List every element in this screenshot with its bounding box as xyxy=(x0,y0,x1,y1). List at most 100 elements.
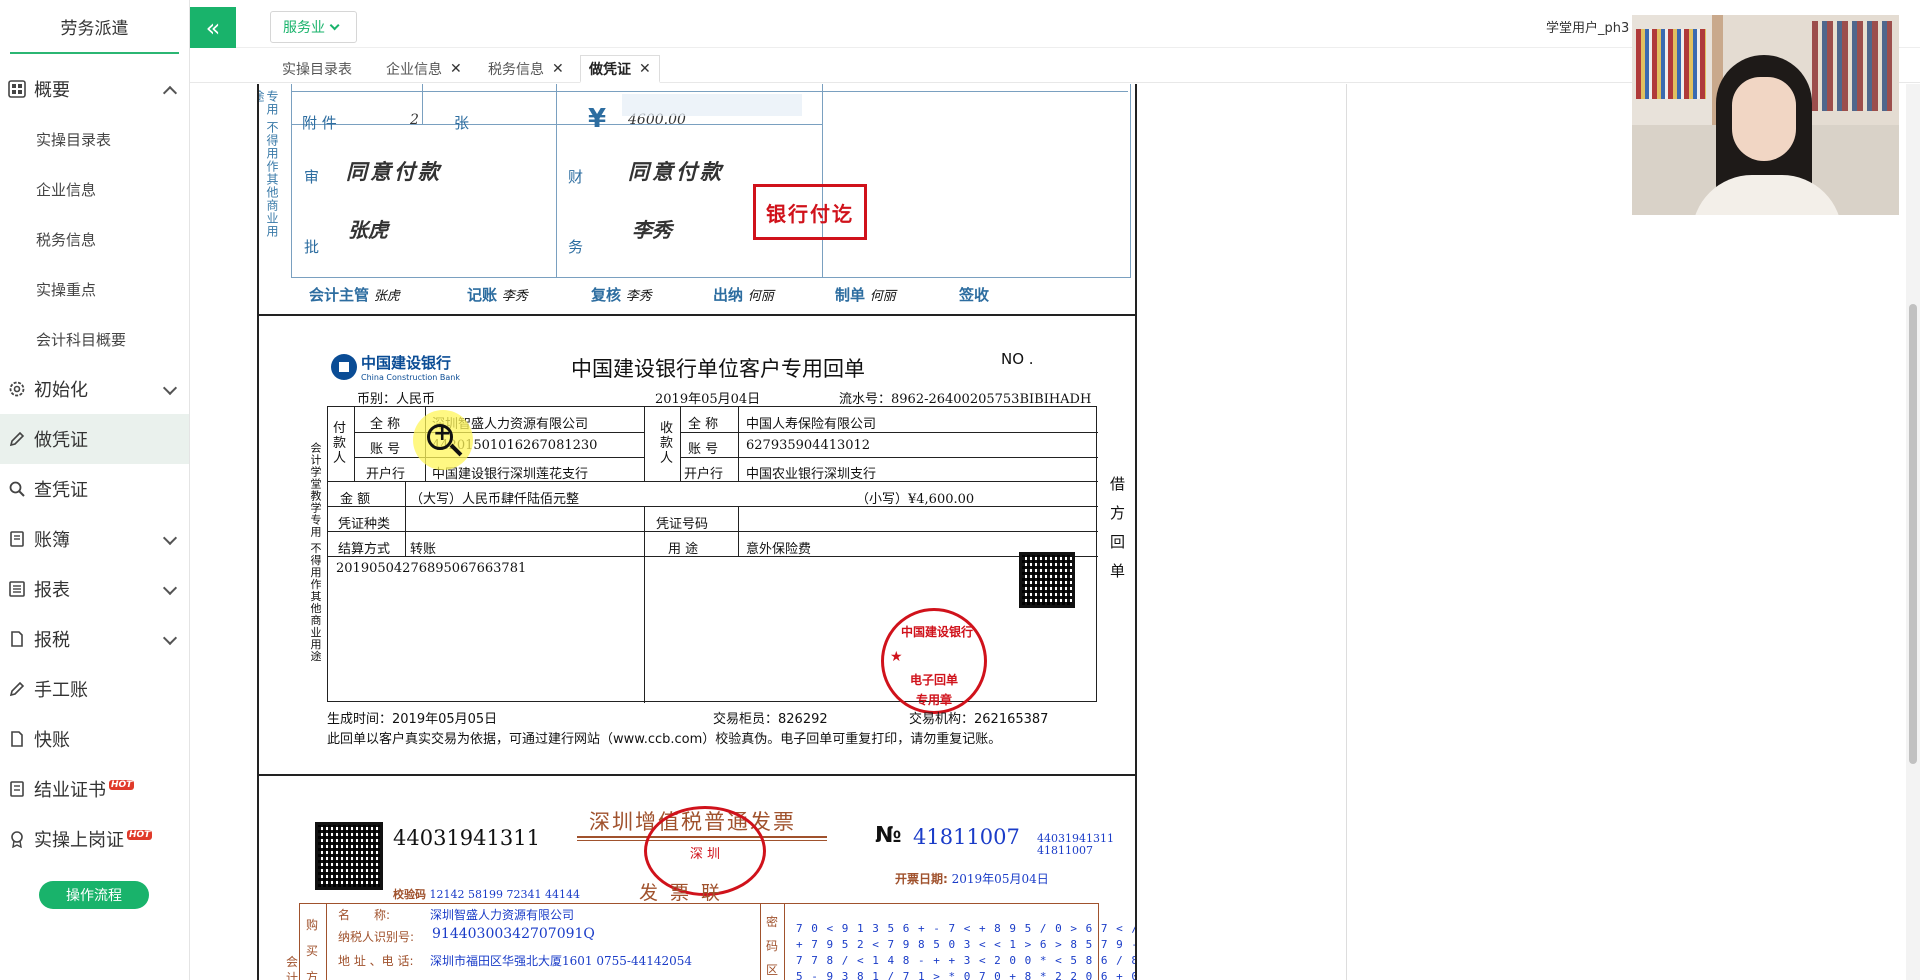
sidebar-item-tax[interactable]: 报税 xyxy=(0,614,189,664)
usage-label: 用 途 xyxy=(668,542,699,557)
payee-label: 收款人 xyxy=(660,421,674,466)
sidebar-item-label: 初始化 xyxy=(34,380,88,401)
buyer-tax-id: 91440300342707091Q xyxy=(432,926,595,942)
collapse-sidebar-button[interactable]: « xyxy=(190,7,236,48)
sidebar: 劳务派遣 概要 实操目录表 企业信息 税务信息 实操重点 会计科目概要 初始化 … xyxy=(0,0,190,980)
chevron-down-icon xyxy=(329,19,340,30)
payment-voucher: 专用 不得用作其他商业用途 附 件 2 张 ¥ 4600.00 审 批 同意付款… xyxy=(259,84,1135,312)
buyer-tax-label: 纳税人识别号: xyxy=(338,930,415,944)
payee-bank-label: 开户行 xyxy=(684,467,724,482)
user-name[interactable]: 学堂用户_ph3 xyxy=(1546,17,1629,36)
ccb-logo: 中国建设银行 China Construction Bank xyxy=(331,352,460,382)
bank-paid-stamp: 银行付讫 xyxy=(753,184,867,240)
payee-name: 中国人寿保险有限公司 xyxy=(746,417,877,432)
bank-receipt: 中国建设银行 China Construction Bank 中国建设银行单位客… xyxy=(259,314,1135,776)
invoice-code-small: 44031941311 41811007 xyxy=(1037,832,1114,857)
chevron-down-icon xyxy=(162,580,178,596)
tab-catalog[interactable]: 实操目录表 xyxy=(274,55,360,83)
sidebar-item-make-voucher[interactable]: 做凭证 xyxy=(0,414,189,464)
finance-text: 同意付款 xyxy=(628,159,724,184)
settle-value: 转账 xyxy=(410,542,437,557)
ccb-logo-icon xyxy=(331,354,357,380)
cipher-line: 7 0 < 9 1 3 5 6 + - 7 < + 8 9 5 / 0 > 6 … xyxy=(796,922,1135,935)
approve-text: 同意付款 xyxy=(346,159,442,184)
cipher-line: + 7 9 5 2 < 7 9 8 5 0 3 < < 1 > 6 > 8 5 … xyxy=(796,938,1135,951)
settle-label: 结算方式 xyxy=(338,542,391,557)
vat-invoice: 44031941311 深圳增值税普通发票 深 圳 发票联 № 41811007… xyxy=(259,778,1135,980)
sign-bookkeeper: 记账 李秀 xyxy=(467,286,528,304)
buyer-label: 购买方 xyxy=(306,918,319,980)
document-viewer[interactable]: 专用 不得用作其他商业用途 附 件 2 张 ¥ 4600.00 审 批 同意付款… xyxy=(257,84,1137,980)
close-icon[interactable]: ✕ xyxy=(552,61,564,77)
chevron-down-icon xyxy=(162,630,178,646)
sidebar-item-label: 概要 xyxy=(34,80,70,101)
sidebar-item-ledger[interactable]: 账簿 xyxy=(0,514,189,564)
finance-label-2: 务 xyxy=(568,238,584,256)
generated-time: 生成时间：2019年05月05日 xyxy=(327,712,498,727)
document-icon xyxy=(11,731,23,747)
sidebar-subitem-accounts-overview[interactable]: 会计科目概要 xyxy=(0,314,189,364)
sidebar-subitem-key-points[interactable]: 实操重点 xyxy=(0,264,189,314)
sidebar-item-label: 报表 xyxy=(34,580,70,601)
sidebar-item-report[interactable]: 报表 xyxy=(0,564,189,614)
business-type-value: 服务业 xyxy=(283,20,325,36)
payee-account-label: 账 号 xyxy=(688,442,719,457)
sidebar-item-certificate[interactable]: 结业证书 HOT xyxy=(0,764,189,814)
amount-label: 金 额 xyxy=(340,492,371,507)
receipt-side-text: 会计学堂教学专用 不得用作其他商业用途 xyxy=(309,442,322,663)
currency: 币别：人民币 xyxy=(357,392,436,407)
sidebar-item-overview[interactable]: 概要 xyxy=(0,64,189,114)
operation-flow-button[interactable]: 操作流程 xyxy=(39,881,149,909)
buyer-address: 深圳市福田区华强北大厦1601 0755-44142054 xyxy=(430,954,693,968)
tab-label: 企业信息 xyxy=(386,62,442,78)
receipt-type-label: 借方回单 xyxy=(1108,476,1126,592)
close-icon[interactable]: ✕ xyxy=(450,61,462,77)
transaction-id: 20190504276895067663781 xyxy=(336,561,527,576)
scrollbar-thumb[interactable] xyxy=(1909,304,1917,764)
payer-bank-label: 开户行 xyxy=(366,467,406,482)
sidebar-subitem-tax-info[interactable]: 税务信息 xyxy=(0,214,189,264)
tab-label: 实操目录表 xyxy=(282,62,352,78)
finance-person: 李秀 xyxy=(632,218,672,242)
voucher-box: 附 件 2 张 ¥ 4600.00 审 批 同意付款 张虎 财 务 同意付款 李… xyxy=(291,84,1131,278)
close-icon[interactable]: ✕ xyxy=(639,61,651,77)
receipt-title: 中国建设银行单位客户专用回单 xyxy=(571,357,865,381)
voucher-type-label: 凭证种类 xyxy=(338,517,391,532)
gear-icon xyxy=(9,381,25,397)
approve-label-2: 批 xyxy=(304,238,320,256)
tab-label: 税务信息 xyxy=(488,62,544,78)
sidebar-item-query-voucher[interactable]: 查凭证 xyxy=(0,464,189,514)
sidebar-item-init[interactable]: 初始化 xyxy=(0,364,189,414)
tab-make-voucher[interactable]: 做凭证 ✕ xyxy=(580,55,660,83)
receipt-no: NO . xyxy=(1001,350,1034,368)
bank-name-en: China Construction Bank xyxy=(361,373,460,382)
sidebar-subitem-catalog[interactable]: 实操目录表 xyxy=(0,114,189,164)
business-type-select[interactable]: 服务业 xyxy=(270,11,357,43)
sidebar-item-manual[interactable]: 手工账 xyxy=(0,664,189,714)
tab-company-info[interactable]: 企业信息 ✕ xyxy=(378,55,470,83)
attach-count: 2 xyxy=(410,112,419,128)
voucher-side-text: 专用 不得用作其他商业用途 xyxy=(257,90,279,238)
vertical-scrollbar[interactable] xyxy=(1906,84,1920,980)
invoice-no-symbol: № xyxy=(875,823,902,848)
double-chevron-left-icon: « xyxy=(205,13,221,42)
sign-reviewer: 复核 李秀 xyxy=(591,286,652,304)
tab-tax-info[interactable]: 税务信息 ✕ xyxy=(480,55,572,83)
organization: 交易机构：262165387 xyxy=(909,712,1049,727)
sidebar-item-label: 结业证书 xyxy=(34,780,106,801)
sidebar-item-label: 快账 xyxy=(34,730,70,751)
invoice-qr-code xyxy=(315,822,383,890)
search-icon xyxy=(9,481,25,497)
bank-name-cn: 中国建设银行 xyxy=(361,354,452,372)
e-receipt-stamp: 中国建设银行 ★ 电子回单 专用章 xyxy=(881,608,987,714)
book-icon xyxy=(10,531,24,547)
finance-label-1: 财 xyxy=(568,168,584,186)
zoom-cursor[interactable] xyxy=(413,410,473,470)
sidebar-item-job-cert[interactable]: 实操上岗证 HOT xyxy=(0,814,189,864)
sidebar-item-quick[interactable]: 快账 xyxy=(0,714,189,764)
sign-preparer: 制单 何丽 xyxy=(835,286,896,304)
sidebar-subitem-company-info[interactable]: 企业信息 xyxy=(0,164,189,214)
sidebar-item-label: 实操上岗证 xyxy=(34,830,124,851)
webcam-video xyxy=(1632,15,1899,215)
certificate-icon xyxy=(10,781,24,797)
